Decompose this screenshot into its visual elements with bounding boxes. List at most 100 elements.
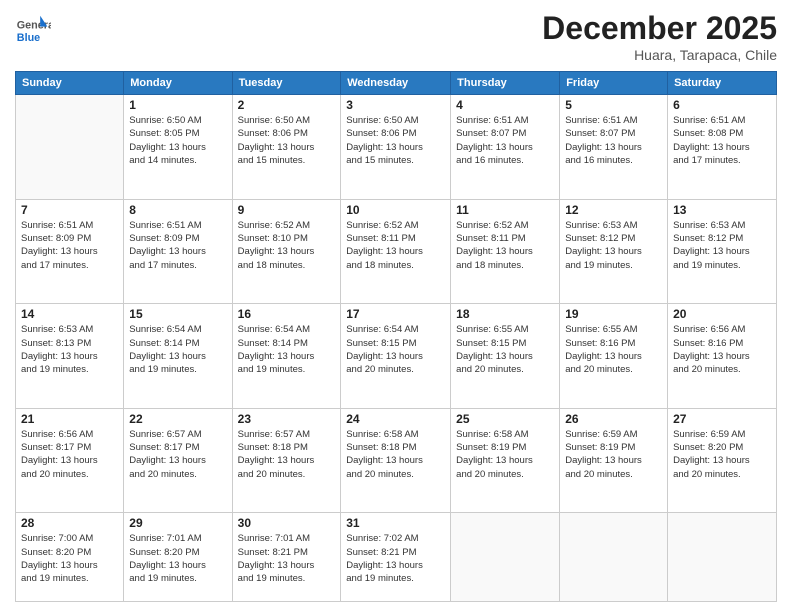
day-info: Sunrise: 6:59 AMSunset: 8:19 PMDaylight:… <box>565 428 662 481</box>
day-info: Sunrise: 6:52 AMSunset: 8:11 PMDaylight:… <box>456 219 554 272</box>
day-number: 11 <box>456 203 554 217</box>
day-number: 20 <box>673 307 771 321</box>
calendar-cell <box>560 513 668 602</box>
day-number: 10 <box>346 203 445 217</box>
day-number: 3 <box>346 98 445 112</box>
day-number: 6 <box>673 98 771 112</box>
calendar-header-row: Sunday Monday Tuesday Wednesday Thursday… <box>16 72 777 95</box>
calendar-cell: 30 Sunrise: 7:01 AMSunset: 8:21 PMDayligh… <box>232 513 341 602</box>
calendar-cell: 29Sunrise: 7:01 AMSunset: 8:20 PMDayligh… <box>124 513 232 602</box>
day-number: 16 <box>238 307 336 321</box>
calendar-cell <box>16 95 124 200</box>
day-number: 29 <box>129 516 226 530</box>
day-info: Sunrise: 6:52 AMSunset: 8:10 PMDaylight:… <box>238 219 336 272</box>
calendar-cell: 2Sunrise: 6:50 AMSunset: 8:06 PMDaylight… <box>232 95 341 200</box>
calendar-cell: 9Sunrise: 6:52 AMSunset: 8:10 PMDaylight… <box>232 199 341 304</box>
day-number: 5 <box>565 98 662 112</box>
calendar-cell: 18Sunrise: 6:55 AMSunset: 8:15 PMDayligh… <box>451 304 560 409</box>
header: GeneralBlue December 2025 Huara, Tarapac… <box>15 10 777 63</box>
col-monday: Monday <box>124 72 232 95</box>
day-info: Sunrise: 7:00 AMSunset: 8:20 PMDaylight:… <box>21 532 118 585</box>
day-info: Sunrise: 6:53 AMSunset: 8:12 PMDaylight:… <box>673 219 771 272</box>
calendar-cell: 31 Sunrise: 7:02 AMSunset: 8:21 PMDayligh… <box>341 513 451 602</box>
calendar-cell: 19 Sunrise: 6:55 AMSunset: 8:16 PMDayligh… <box>560 304 668 409</box>
col-tuesday: Tuesday <box>232 72 341 95</box>
day-info: Sunrise: 7:02 AMSunset: 8:21 PMDaylight:… <box>346 532 445 585</box>
day-number: 7 <box>21 203 118 217</box>
day-number: 27 <box>673 412 771 426</box>
calendar-cell: 4Sunrise: 6:51 AMSunset: 8:07 PMDaylight… <box>451 95 560 200</box>
day-number: 2 <box>238 98 336 112</box>
day-number: 14 <box>21 307 118 321</box>
title-block: December 2025 Huara, Tarapaca, Chile <box>542 10 777 63</box>
calendar-cell: 8Sunrise: 6:51 AMSunset: 8:09 PMDaylight… <box>124 199 232 304</box>
calendar-cell: 10 Sunrise: 6:52 AMSunset: 8:11 PMDayligh… <box>341 199 451 304</box>
day-info: Sunrise: 6:59 AMSunset: 8:20 PMDaylight:… <box>673 428 771 481</box>
day-info: Sunrise: 6:54 AMSunset: 8:14 PMDaylight:… <box>129 323 226 376</box>
calendar-cell: 16Sunrise: 6:54 AMSunset: 8:14 PMDayligh… <box>232 304 341 409</box>
day-info: Sunrise: 6:57 AMSunset: 8:18 PMDaylight:… <box>238 428 336 481</box>
day-info: Sunrise: 6:52 AMSunset: 8:11 PMDaylight:… <box>346 219 445 272</box>
day-info: Sunrise: 7:01 AMSunset: 8:21 PMDaylight:… <box>238 532 336 585</box>
calendar-cell <box>668 513 777 602</box>
day-info: Sunrise: 6:53 AMSunset: 8:12 PMDaylight:… <box>565 219 662 272</box>
calendar-cell: 17 Sunrise: 6:54 AMSunset: 8:15 PMDayligh… <box>341 304 451 409</box>
day-number: 28 <box>21 516 118 530</box>
location: Huara, Tarapaca, Chile <box>542 47 777 63</box>
day-info: Sunrise: 6:55 AMSunset: 8:15 PMDaylight:… <box>456 323 554 376</box>
day-number: 24 <box>346 412 445 426</box>
day-info: Sunrise: 6:53 AMSunset: 8:13 PMDaylight:… <box>21 323 118 376</box>
col-saturday: Saturday <box>668 72 777 95</box>
day-info: Sunrise: 6:51 AMSunset: 8:09 PMDaylight:… <box>21 219 118 272</box>
calendar-cell: 1Sunrise: 6:50 AMSunset: 8:05 PMDaylight… <box>124 95 232 200</box>
day-info: Sunrise: 6:51 AMSunset: 8:09 PMDaylight:… <box>129 219 226 272</box>
calendar-cell <box>451 513 560 602</box>
logo-icon: GeneralBlue <box>15 14 51 50</box>
calendar-week-row: 28 Sunrise: 7:00 AMSunset: 8:20 PMDayligh… <box>16 513 777 602</box>
calendar-cell: 28 Sunrise: 7:00 AMSunset: 8:20 PMDayligh… <box>16 513 124 602</box>
day-number: 17 <box>346 307 445 321</box>
col-wednesday: Wednesday <box>341 72 451 95</box>
day-number: 31 <box>346 516 445 530</box>
logo: GeneralBlue <box>15 14 51 50</box>
calendar-cell: 3 Sunrise: 6:50 AMSunset: 8:06 PMDaylight… <box>341 95 451 200</box>
calendar-cell: 25 Sunrise: 6:58 AMSunset: 8:19 PMDayligh… <box>451 408 560 513</box>
day-info: Sunrise: 6:58 AMSunset: 8:18 PMDaylight:… <box>346 428 445 481</box>
day-info: Sunrise: 6:54 AMSunset: 8:15 PMDaylight:… <box>346 323 445 376</box>
calendar-cell: 13Sunrise: 6:53 AMSunset: 8:12 PMDayligh… <box>668 199 777 304</box>
calendar-cell: 12Sunrise: 6:53 AMSunset: 8:12 PMDayligh… <box>560 199 668 304</box>
calendar-cell: 26 Sunrise: 6:59 AMSunset: 8:19 PMDayligh… <box>560 408 668 513</box>
day-info: Sunrise: 6:50 AMSunset: 8:06 PMDaylight:… <box>346 114 445 167</box>
calendar-table: Sunday Monday Tuesday Wednesday Thursday… <box>15 71 777 602</box>
calendar-cell: 23 Sunrise: 6:57 AMSunset: 8:18 PMDayligh… <box>232 408 341 513</box>
col-thursday: Thursday <box>451 72 560 95</box>
day-number: 26 <box>565 412 662 426</box>
col-friday: Friday <box>560 72 668 95</box>
day-info: Sunrise: 6:56 AMSunset: 8:17 PMDaylight:… <box>21 428 118 481</box>
day-number: 15 <box>129 307 226 321</box>
day-number: 21 <box>21 412 118 426</box>
calendar-week-row: 1Sunrise: 6:50 AMSunset: 8:05 PMDaylight… <box>16 95 777 200</box>
day-number: 19 <box>565 307 662 321</box>
calendar-cell: 20 Sunrise: 6:56 AMSunset: 8:16 PMDayligh… <box>668 304 777 409</box>
month-title: December 2025 <box>542 10 777 47</box>
day-info: Sunrise: 6:56 AMSunset: 8:16 PMDaylight:… <box>673 323 771 376</box>
day-number: 22 <box>129 412 226 426</box>
page: GeneralBlue December 2025 Huara, Tarapac… <box>0 0 792 612</box>
calendar-cell: 11 Sunrise: 6:52 AMSunset: 8:11 PMDayligh… <box>451 199 560 304</box>
calendar-cell: 5Sunrise: 6:51 AMSunset: 8:07 PMDaylight… <box>560 95 668 200</box>
svg-text:Blue: Blue <box>17 32 40 44</box>
day-number: 23 <box>238 412 336 426</box>
day-info: Sunrise: 6:55 AMSunset: 8:16 PMDaylight:… <box>565 323 662 376</box>
day-number: 4 <box>456 98 554 112</box>
calendar-cell: 6Sunrise: 6:51 AMSunset: 8:08 PMDaylight… <box>668 95 777 200</box>
calendar-week-row: 14 Sunrise: 6:53 AMSunset: 8:13 PMDayligh… <box>16 304 777 409</box>
calendar-cell: 14 Sunrise: 6:53 AMSunset: 8:13 PMDayligh… <box>16 304 124 409</box>
calendar-cell: 15 Sunrise: 6:54 AMSunset: 8:14 PMDayligh… <box>124 304 232 409</box>
day-info: Sunrise: 6:58 AMSunset: 8:19 PMDaylight:… <box>456 428 554 481</box>
calendar-cell: 22Sunrise: 6:57 AMSunset: 8:17 PMDayligh… <box>124 408 232 513</box>
calendar-cell: 24 Sunrise: 6:58 AMSunset: 8:18 PMDayligh… <box>341 408 451 513</box>
day-info: Sunrise: 6:50 AMSunset: 8:05 PMDaylight:… <box>129 114 226 167</box>
day-number: 25 <box>456 412 554 426</box>
day-number: 30 <box>238 516 336 530</box>
